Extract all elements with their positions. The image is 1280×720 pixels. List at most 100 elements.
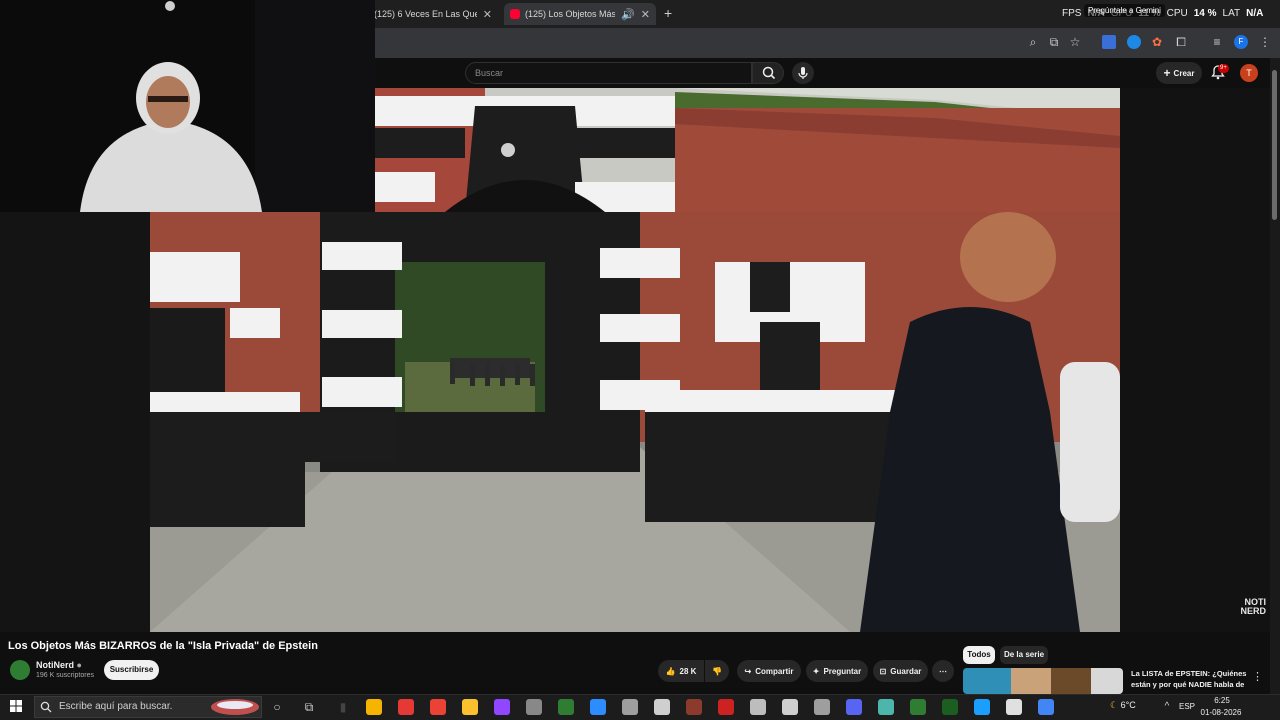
chevron-up-icon[interactable]: ^ [1160,700,1174,714]
game-controller-icon[interactable] [1006,699,1022,715]
cortana-icon[interactable]: ○ [270,700,284,714]
star-icon[interactable]: ☆ [1068,35,1082,49]
like-count: 28 K [679,666,697,676]
channel-watermark: NOTI NERD [1240,597,1266,616]
share-button[interactable]: ↪ Compartir [737,660,801,682]
search-button[interactable] [752,62,784,84]
share-icon: ↪ [744,666,752,676]
zoom-icon[interactable] [590,699,606,715]
plus-icon: + [1163,66,1171,80]
youtube-favicon-icon [510,9,520,19]
menu-dots-icon[interactable]: ⋮ [1258,35,1272,49]
steam-icon[interactable] [974,699,990,715]
files-icon[interactable] [878,699,894,715]
zoom-icon[interactable]: ⌕ [1026,35,1040,49]
cpu-label: CPU [1166,8,1188,19]
input-language[interactable]: ESP [1179,702,1195,711]
more-icon[interactable]: ⋮ [1252,670,1263,683]
profile-icon[interactable]: F [1234,35,1248,49]
ask-button[interactable]: ✦ Preguntar [806,660,868,682]
media-icon[interactable]: ≡ [1210,35,1224,49]
app-placeholder-icon[interactable]: ▮ [336,700,350,714]
save-button[interactable]: ⊡ Guardar [873,660,928,682]
bookmark-icon: ⊡ [879,666,887,676]
subscriber-count: 196 K suscriptores [36,672,94,679]
plus-icon[interactable]: + [664,5,672,21]
recorder-icon[interactable] [718,699,734,715]
extension-blue-icon[interactable] [1127,35,1141,49]
avatar[interactable]: T [1240,64,1258,82]
cube-icon[interactable] [750,699,766,715]
tab-previous-video[interactable]: (125) 6 Veces En Las Que YouTube ✕ [368,3,498,25]
lat-label: LAT [1222,8,1241,19]
video-frame-top [375,88,1120,212]
create-button[interactable]: + Crear [1156,62,1202,84]
webcam-feed [0,0,375,212]
excel-icon[interactable] [942,699,958,715]
install-icon[interactable]: ⧉ [1047,35,1061,49]
search-icon [40,701,52,713]
temperature: 6°C [1120,700,1136,710]
notification-badge: 9+ [1218,64,1229,73]
player-letterbox-left [0,212,150,632]
puzzle-icon[interactable]: ⧠ [1174,35,1188,49]
recommendation-thumbnail[interactable] [963,668,1123,694]
translate-icon[interactable] [1102,35,1116,49]
speaker-icon[interactable]: 🔊 [621,8,635,21]
voice-search-button[interactable] [792,62,814,84]
cpu-value: 14 % [1193,8,1217,19]
settings-icon[interactable] [654,699,670,715]
search-highlight-image [211,699,259,715]
create-label: Crear [1173,68,1195,78]
video-title: Los Objetos Más BIZARROS de la "Isla Pri… [8,640,318,652]
fps-label: FPS [1062,8,1082,19]
sparkle-icon: ✦ [812,666,820,676]
sticky-notes-icon[interactable] [462,699,478,715]
obs-icon[interactable] [622,699,638,715]
save-label: Guardar [890,666,922,676]
tab-current-video[interactable]: (125) Los Objetos Más BIZARROS 🔊 ✕ [504,3,656,25]
opera-icon[interactable] [398,699,414,715]
file-explorer-icon[interactable] [366,699,382,715]
clock-time[interactable]: 6:25 [1206,696,1238,705]
scrollbar-thumb[interactable] [1272,70,1277,220]
more-icon: ⋯ [939,666,947,676]
task-view-icon[interactable]: ⧉ [302,700,316,714]
chip-series[interactable]: De la serie [1000,646,1048,664]
tiktok-icon[interactable] [814,699,830,715]
subscribe-button[interactable]: Suscribirse [104,660,159,680]
extension-orange-icon[interactable]: ✿ [1150,35,1164,49]
player-letterbox-right [1120,88,1270,632]
chrome-icon[interactable] [1038,699,1054,715]
close-icon[interactable]: ✕ [641,8,650,21]
like-button[interactable]: 👍 28 K [658,660,704,682]
more-actions-button[interactable]: ⋯ [932,660,954,682]
ask-gemini-button[interactable]: Pregúntale a Gemini [1084,4,1165,17]
channel-name[interactable]: NotiNerd ● [36,660,82,670]
webcam-overlay [0,0,375,212]
game-icon[interactable] [686,699,702,715]
tab-title: (125) Los Objetos Más BIZARROS [525,9,616,19]
search-input[interactable]: Buscar [465,62,752,84]
clock-date[interactable]: 01-08-2026 [1198,708,1244,717]
minecraft-icon[interactable] [910,699,926,715]
drive-icon[interactable] [558,699,574,715]
weather-widget[interactable]: ☾ 6°C [1110,700,1136,711]
close-icon[interactable]: ✕ [483,8,492,21]
arrow-app-icon[interactable] [782,699,798,715]
windows-start-icon[interactable] [10,700,22,712]
discord-icon[interactable] [846,699,862,715]
dislike-button[interactable]: 👎 [705,660,729,682]
twitch-icon[interactable] [494,699,510,715]
channel-name-text: NotiNerd [36,660,74,670]
phone-icon[interactable] [526,699,542,715]
thumbs-down-icon: 👎 [712,666,722,676]
chip-all[interactable]: Todos [963,646,995,664]
color-app-icon[interactable] [430,699,446,715]
channel-avatar[interactable] [10,660,30,680]
ask-label: Preguntar [823,666,862,676]
tab-title: (125) 6 Veces En Las Que YouTube [374,9,477,19]
lat-value: N/A [1246,8,1264,19]
video-frame-main [150,212,1120,632]
moon-icon: ☾ [1110,700,1119,710]
